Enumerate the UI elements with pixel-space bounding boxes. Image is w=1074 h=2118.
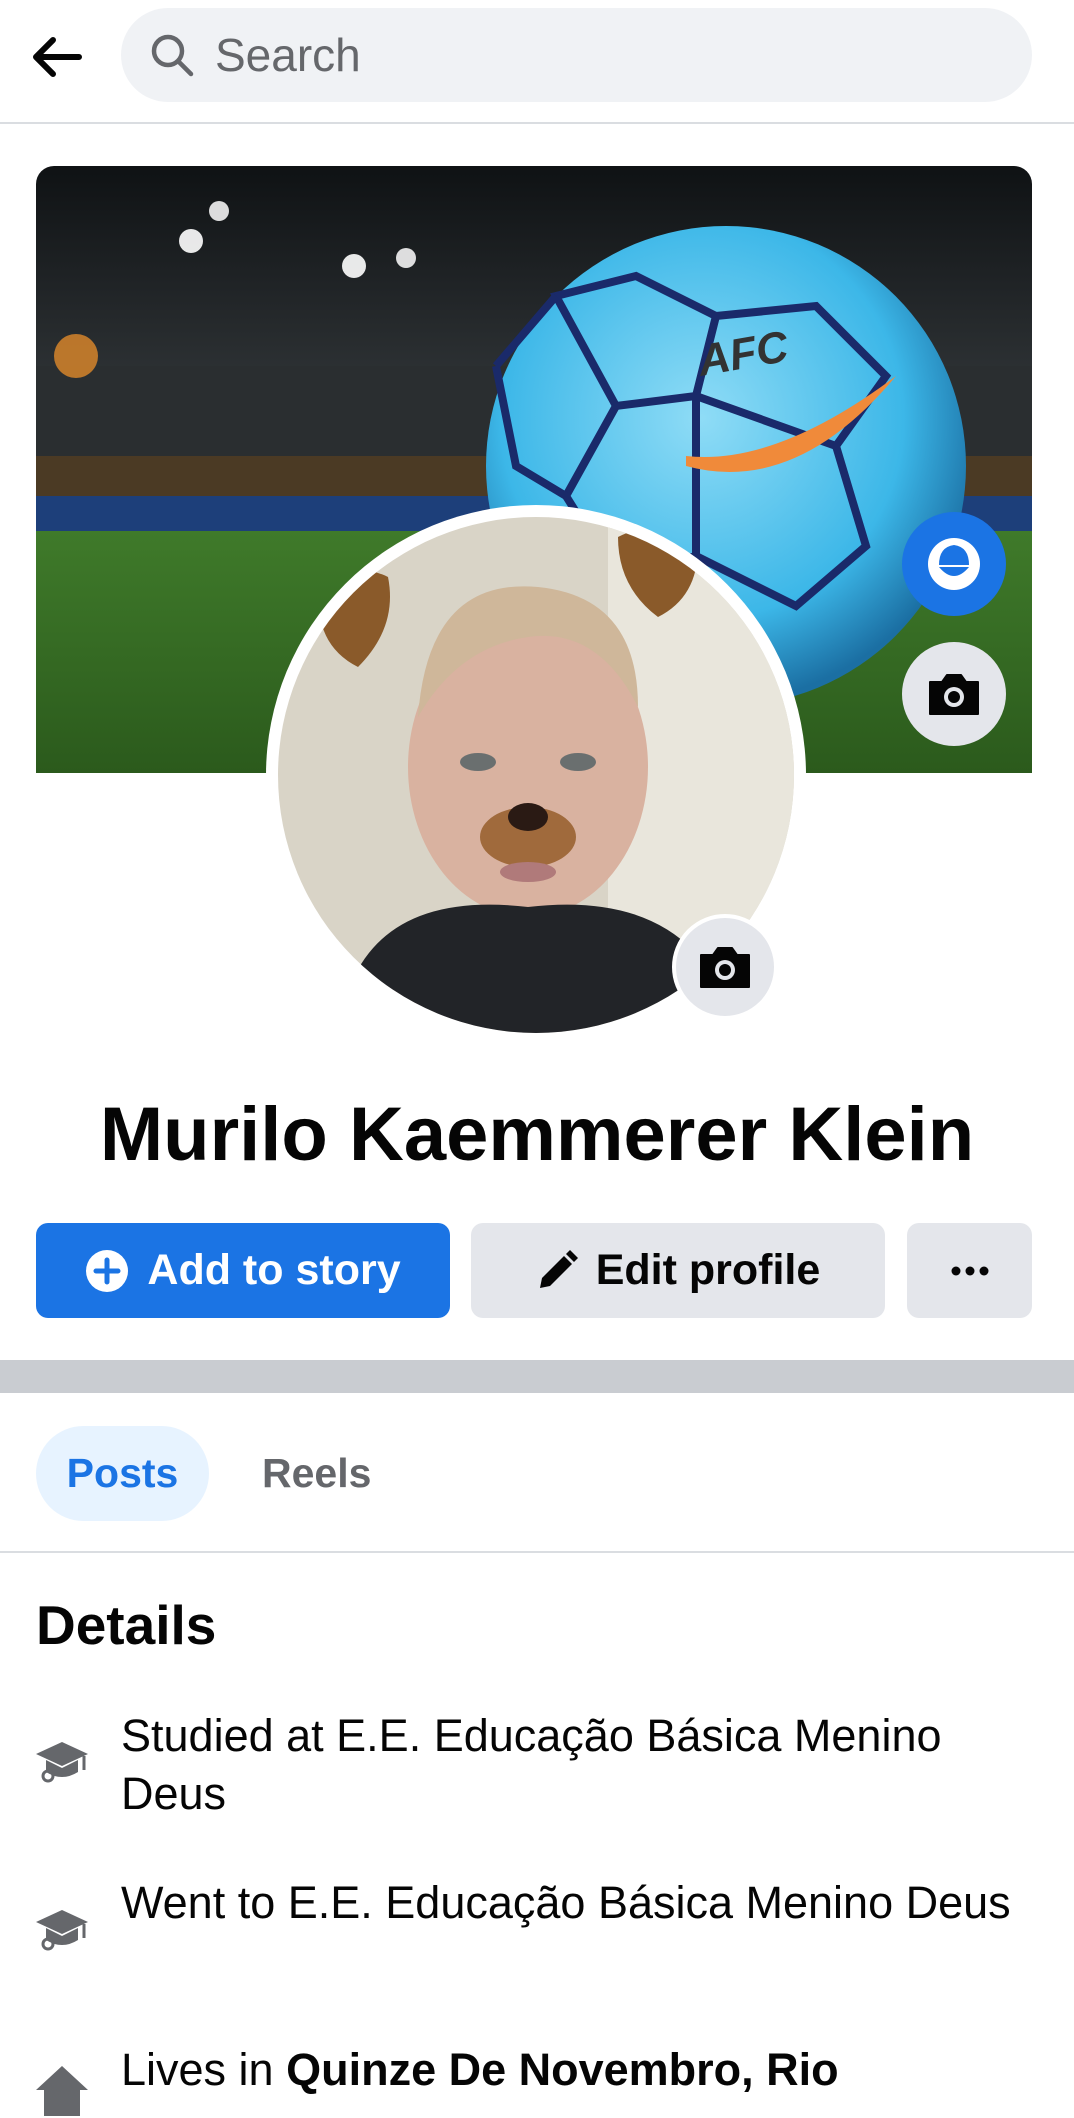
search-icon [151, 34, 194, 77]
back-button[interactable] [22, 22, 92, 92]
detail-studied-at: Studied at E.E. Educação Básica Menino D… [121, 1710, 942, 1819]
top-bar: Search [0, 0, 1074, 124]
profile-camera-button[interactable] [672, 914, 778, 1020]
graduation-cap-icon [36, 1910, 88, 1951]
avatar-icon [928, 538, 980, 590]
search-placeholder: Search [215, 29, 361, 81]
lives-in-place[interactable]: Quinze De Novembro, Rio [286, 2044, 839, 2095]
more-options-button[interactable] [907, 1223, 1032, 1318]
section-divider [0, 1360, 1074, 1393]
detail-lives-in: Lives in Quinze De Novembro, Rio [121, 2041, 1041, 2099]
more-dots-icon [951, 1266, 988, 1275]
edit-profile-label: Edit profile [595, 1246, 821, 1294]
home-icon [36, 2066, 88, 2116]
lives-in-prefix: Lives in [121, 2044, 287, 2095]
add-to-story-label: Add to story [147, 1246, 401, 1294]
detail-went-to: Went to E.E. Educação Básica Menino Deus [121, 1877, 1011, 1928]
pencil-icon [539, 1249, 578, 1288]
cover-camera-button[interactable] [902, 642, 1006, 746]
avatar-button[interactable] [902, 512, 1006, 616]
graduation-cap-icon [36, 1742, 88, 1783]
camera-icon [700, 947, 750, 988]
edit-profile-button[interactable]: Edit profile [471, 1223, 885, 1318]
plus-circle-icon [86, 1249, 129, 1292]
tab-reels[interactable]: Reels [262, 1426, 371, 1521]
details-heading: Details [36, 1594, 217, 1656]
add-to-story-button[interactable]: Add to story [36, 1223, 450, 1318]
arrow-left-icon [33, 37, 82, 77]
camera-icon [929, 674, 979, 715]
search-input[interactable]: Search [121, 8, 1032, 102]
tabs-divider [0, 1551, 1074, 1553]
tab-posts[interactable]: Posts [36, 1426, 209, 1521]
profile-name: Murilo Kaemmerer Klein [99, 1092, 975, 1177]
